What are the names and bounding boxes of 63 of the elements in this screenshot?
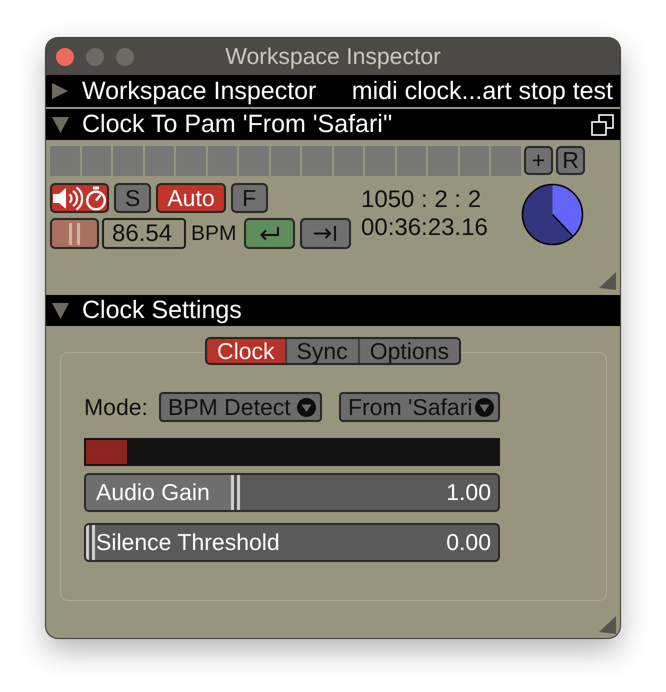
- speaker-icon: [52, 186, 83, 210]
- stopwatch-icon: [85, 186, 107, 210]
- toggle-button[interactable]: Auto: [156, 183, 226, 213]
- slider-value: 1.00: [446, 481, 491, 504]
- tab[interactable]: Clock: [207, 339, 285, 363]
- mode-dropdown[interactable]: BPM Detect: [158, 392, 322, 422]
- slider-label: Silence Threshold: [96, 531, 280, 554]
- value-slider[interactable]: Silence Threshold 0.00: [84, 523, 500, 562]
- pause-icon: [69, 222, 80, 244]
- slider-thumb[interactable]: [86, 525, 95, 560]
- step-pad[interactable]: [113, 146, 143, 176]
- speaker-stopwatch-button[interactable]: [50, 183, 109, 213]
- step-pad[interactable]: [144, 146, 174, 176]
- toggle-button[interactable]: S: [114, 183, 152, 213]
- zoom-button[interactable]: [116, 48, 134, 66]
- step-pad[interactable]: [428, 146, 458, 176]
- window-title: Workspace Inspector: [225, 45, 441, 68]
- step-pad[interactable]: [270, 146, 300, 176]
- triangle-down-icon[interactable]: [52, 116, 69, 132]
- step-pad[interactable]: [239, 146, 269, 176]
- mode-label: Mode:: [84, 396, 148, 418]
- return-arrow-icon: [258, 226, 280, 241]
- overlapping-squares-icon[interactable]: [591, 114, 614, 136]
- beat-dial-slice: [552, 185, 582, 236]
- value-slider[interactable]: Audio Gain 1.00: [84, 473, 500, 512]
- elapsed-time: 00:36:23.16: [361, 214, 488, 242]
- workspace-header-bar[interactable]: Workspace Inspector midi clock...art stop test: [46, 75, 620, 107]
- corner-triangle-icon[interactable]: [599, 272, 616, 290]
- slider-label: Audio Gain: [96, 481, 210, 504]
- triangle-right-icon[interactable]: [52, 83, 69, 99]
- slider-value: 0.00: [446, 531, 491, 554]
- step-pad[interactable]: [365, 146, 395, 176]
- pad-button[interactable]: +: [524, 146, 553, 175]
- jump-to-end-button[interactable]: [300, 218, 351, 249]
- arrow-to-bar-icon: [313, 225, 338, 242]
- close-button[interactable]: [56, 48, 74, 66]
- return-button[interactable]: [244, 218, 295, 249]
- step-pad[interactable]: [50, 146, 80, 176]
- step-pad[interactable]: [491, 146, 521, 176]
- bar-beat-position: 1050 : 2 : 2: [361, 186, 482, 214]
- cue-title: Clock To Pam 'From 'Safari'': [82, 112, 392, 137]
- corner-triangle-icon[interactable]: [599, 616, 616, 634]
- triangle-down-icon[interactable]: [52, 302, 69, 318]
- step-pad[interactable]: [82, 146, 112, 176]
- bpm-field[interactable]: 86.54: [102, 218, 186, 249]
- bpm-unit-label: BPM: [191, 223, 237, 244]
- workspace-name: midi clock...art stop test: [352, 78, 613, 104]
- settings-header-bar[interactable]: Clock Settings: [46, 295, 620, 326]
- step-pad[interactable]: [334, 146, 364, 176]
- pad-button[interactable]: R: [556, 146, 585, 175]
- section-title: Workspace Inspector: [82, 78, 316, 104]
- source-dropdown[interactable]: From 'Safari: [338, 392, 500, 422]
- minimize-button[interactable]: [86, 48, 104, 66]
- step-pad[interactable]: [176, 146, 206, 176]
- tab[interactable]: Options: [358, 339, 459, 363]
- step-pad[interactable]: [302, 146, 332, 176]
- cue-header-bar[interactable]: Clock To Pam 'From 'Safari'': [46, 109, 620, 140]
- toggle-button[interactable]: F: [230, 183, 268, 213]
- slider-thumb[interactable]: [231, 475, 240, 510]
- step-pad[interactable]: [396, 146, 426, 176]
- section-title: Clock Settings: [82, 298, 242, 323]
- step-pad[interactable]: [460, 146, 490, 176]
- step-pad[interactable]: [208, 146, 238, 176]
